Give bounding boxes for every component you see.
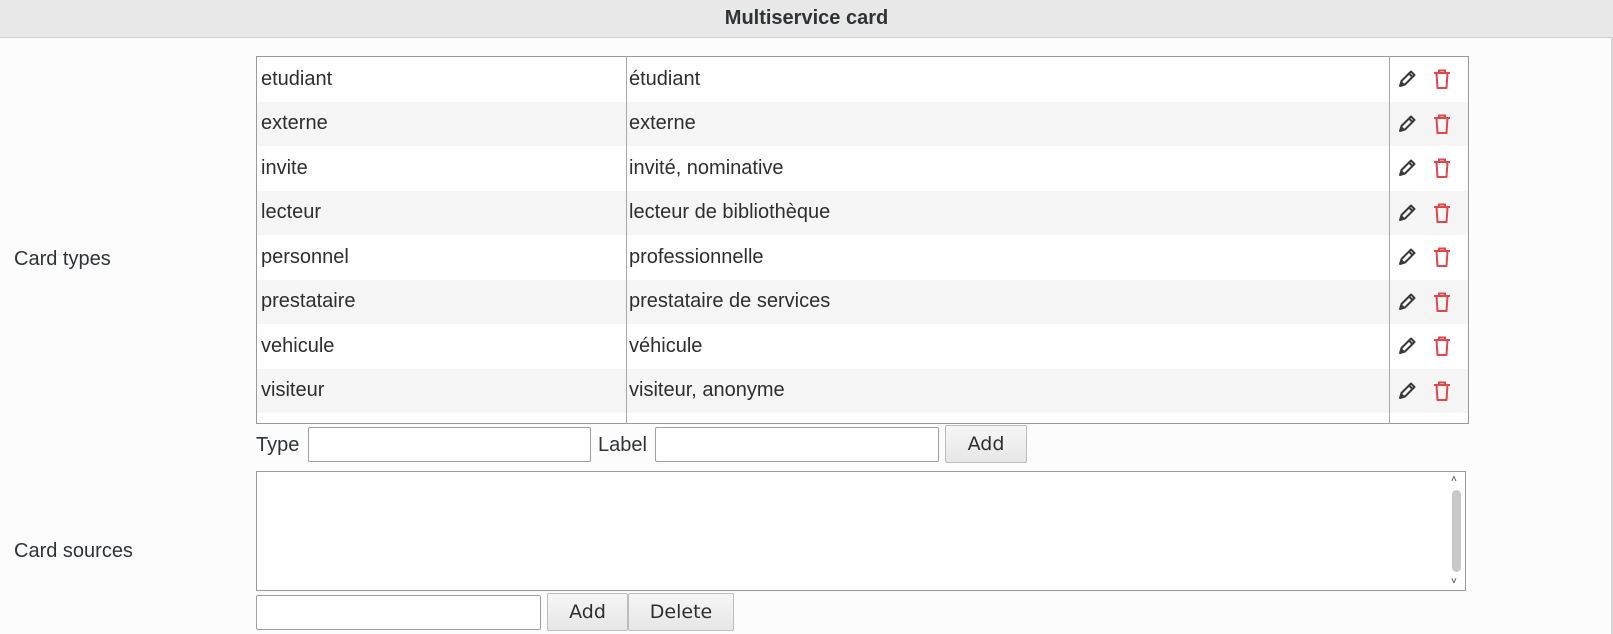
table-row[interactable]: lecteur lecteur de bibliothèque	[257, 190, 1468, 235]
add-source-button[interactable]: Add	[547, 593, 628, 631]
card-label-cell: externe	[629, 112, 696, 135]
trash-icon[interactable]	[1430, 290, 1454, 314]
sources-scrollbar[interactable]: ˄ ˅	[1447, 472, 1465, 590]
trash-icon[interactable]	[1430, 245, 1454, 269]
card-type-cell: personnel	[261, 245, 349, 268]
column-divider	[1389, 57, 1390, 423]
label-input[interactable]	[655, 427, 939, 462]
trash-icon[interactable]	[1430, 156, 1454, 180]
card-sources-list[interactable]: ˄ ˅	[256, 471, 1466, 591]
table-row[interactable]: visiteur visiteur, anonyme	[257, 368, 1468, 413]
card-types-table: etudiant étudiant externe externe invite invi…	[256, 56, 1469, 424]
trash-icon[interactable]	[1430, 112, 1454, 136]
card-type-cell: prestataire	[261, 290, 356, 313]
card-type-cell: visiteur	[261, 379, 325, 402]
card-label-cell: étudiant	[629, 67, 701, 90]
card-label-cell: lecteur de bibliothèque	[629, 201, 831, 224]
table-row[interactable]: personnel professionnelle	[257, 235, 1468, 280]
table-row[interactable]: externe externe	[257, 101, 1468, 146]
table-row[interactable]: prestataire prestataire de services	[257, 279, 1468, 324]
card-label-cell: professionnelle	[629, 245, 764, 268]
type-input[interactable]	[308, 427, 591, 462]
add-card-type-button[interactable]: Add	[945, 425, 1027, 463]
card-type-cell: lecteur	[261, 201, 322, 224]
pencil-icon[interactable]	[1395, 67, 1419, 91]
card-label-cell: invité, nominative	[629, 156, 784, 179]
pencil-icon[interactable]	[1395, 156, 1419, 180]
card-type-cell: vehicule	[261, 334, 335, 357]
card-label-cell: prestataire de services	[629, 290, 831, 313]
card-sources-label: Card sources	[14, 540, 133, 562]
table-row[interactable]: vehicule véhicule	[257, 324, 1468, 369]
table-row[interactable]: etudiant étudiant	[257, 57, 1468, 102]
page-title: Multiservice card	[724, 7, 889, 29]
card-type-cell: externe	[261, 112, 328, 135]
delete-source-button[interactable]: Delete	[628, 593, 734, 631]
table-row[interactable]: invite invité, nominative	[257, 146, 1468, 191]
trash-icon[interactable]	[1430, 201, 1454, 225]
card-label-cell: visiteur, anonyme	[629, 379, 785, 402]
pencil-icon[interactable]	[1395, 379, 1419, 403]
source-input[interactable]	[256, 595, 541, 630]
window-header: Multiservice card	[0, 0, 1613, 38]
scroll-down-icon[interactable]: ˅	[1451, 577, 1457, 587]
card-type-cell: etudiant	[261, 67, 333, 90]
pencil-icon[interactable]	[1395, 201, 1419, 225]
scroll-up-icon[interactable]: ˄	[1451, 475, 1457, 485]
pencil-icon[interactable]	[1395, 290, 1419, 314]
column-divider	[626, 57, 627, 423]
pencil-icon[interactable]	[1395, 112, 1419, 136]
trash-icon[interactable]	[1430, 334, 1454, 358]
card-label-cell: véhicule	[629, 334, 703, 357]
trash-icon[interactable]	[1430, 67, 1454, 91]
type-field-label: Type	[256, 434, 300, 456]
pencil-icon[interactable]	[1395, 334, 1419, 358]
trash-icon[interactable]	[1430, 379, 1454, 403]
card-types-label: Card types	[14, 248, 111, 270]
label-field-label: Label	[598, 434, 647, 456]
card-type-cell: invite	[261, 156, 308, 179]
pencil-icon[interactable]	[1395, 245, 1419, 269]
scroll-thumb[interactable]	[1452, 490, 1461, 572]
